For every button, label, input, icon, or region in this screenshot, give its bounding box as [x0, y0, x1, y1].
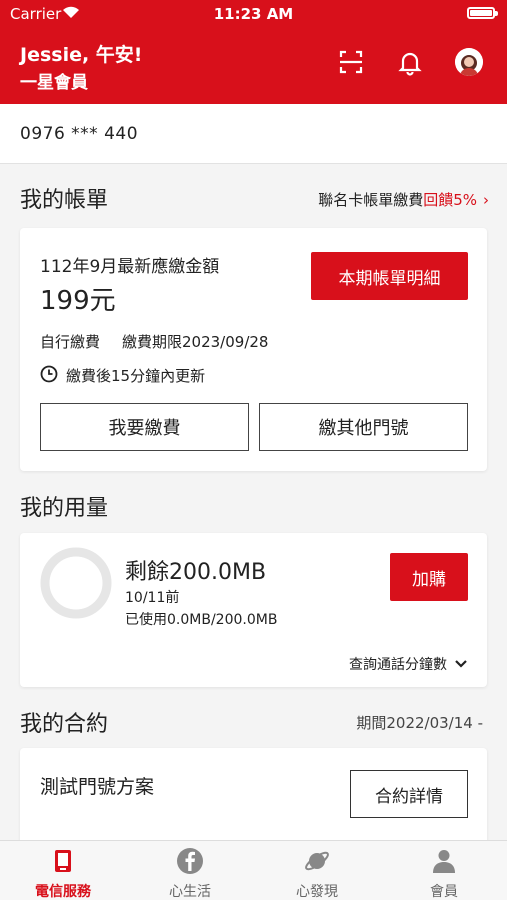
contract-card: 測試門號方案 合約詳情 — [20, 748, 487, 848]
tab-heart-life[interactable]: 心生活 — [127, 841, 253, 900]
credit-card-promo-link[interactable]: 聯名卡帳單繳費回饋5% › — [318, 189, 489, 210]
person-icon — [433, 850, 455, 873]
battery-icon — [467, 7, 498, 19]
query-call-minutes-toggle[interactable]: 查詢通話分鐘數 — [349, 654, 467, 674]
status-bar: Carrier 11:23 AM — [0, 0, 507, 28]
phone-selector[interactable]: 0976 *** 440 — [0, 104, 507, 164]
greeting-text: Jessie, 午安! — [20, 44, 143, 66]
facebook-icon — [177, 848, 203, 874]
contract-section-title: 我的合約 — [20, 712, 109, 737]
tab-label: 心生活 — [169, 884, 211, 900]
avatar[interactable] — [455, 48, 483, 76]
usage-ring-gauge — [40, 547, 112, 619]
chevron-right-icon: › — [483, 191, 489, 209]
promo-highlight: 回饋5% — [423, 191, 477, 209]
bill-section-title: 我的帳單 — [20, 188, 109, 213]
topup-button[interactable]: 加購 — [390, 553, 468, 601]
planet-icon — [305, 851, 329, 871]
data-expiry-date: 10/11前 — [125, 590, 180, 606]
tab-label: 會員 — [430, 884, 458, 900]
usage-card: 剩餘200.0MB 10/11前 已使用0.0MB/200.0MB 加購 查詢通… — [20, 533, 487, 687]
clock-icon — [40, 365, 58, 383]
usage-section-title: 我的用量 — [20, 496, 109, 521]
query-call-minutes-label: 查詢通話分鐘數 — [349, 657, 447, 673]
bill-card: 112年9月最新應繳金額 199元 本期帳單明細 自行繳費 繳費期限2023/0… — [20, 228, 487, 471]
pay-now-button[interactable]: 我要繳費 — [40, 403, 249, 451]
tab-label: 電信服務 — [35, 884, 91, 900]
app-header: Carrier 11:23 AM Jessie, 午安! 一星會員 — [0, 0, 507, 104]
data-used: 已使用0.0MB/200.0MB — [125, 612, 278, 628]
bell-icon[interactable] — [396, 48, 424, 76]
phone-number: 0976 *** 440 — [20, 124, 139, 144]
update-note: 繳費後15分鐘內更新 — [66, 367, 206, 385]
bill-detail-button[interactable]: 本期帳單明細 — [311, 252, 468, 300]
avatar-portrait-icon — [455, 48, 483, 76]
promo-text: 聯名卡帳單繳費 — [318, 191, 424, 209]
data-remaining: 剩餘200.0MB — [125, 560, 267, 585]
pay-other-number-button[interactable]: 繳其他門號 — [259, 403, 468, 451]
contract-plan-name: 測試門號方案 — [40, 776, 155, 798]
member-level[interactable]: 一星會員 — [20, 68, 88, 93]
tab-bar: 電信服務 心生活 心發現 會員 — [0, 840, 507, 900]
pay-method: 自行繳費 — [40, 333, 101, 351]
pay-deadline: 繳費期限2023/09/28 — [122, 333, 269, 351]
contract-period: 期間2022/03/14 - — [356, 714, 483, 732]
bill-amount: 199元 — [40, 286, 116, 316]
phone-icon — [55, 850, 71, 872]
scan-icon[interactable] — [337, 48, 365, 76]
contract-detail-button[interactable]: 合約詳情 — [350, 770, 468, 818]
tab-member[interactable]: 會員 — [381, 841, 507, 900]
chevron-down-icon — [455, 660, 467, 668]
bill-title: 112年9月最新應繳金額 — [40, 257, 220, 277]
tab-heart-discover[interactable]: 心發現 — [254, 841, 380, 900]
tab-label: 心發現 — [296, 884, 338, 900]
status-time: 11:23 AM — [213, 5, 294, 23]
tab-telecom-service[interactable]: 電信服務 — [0, 841, 126, 900]
